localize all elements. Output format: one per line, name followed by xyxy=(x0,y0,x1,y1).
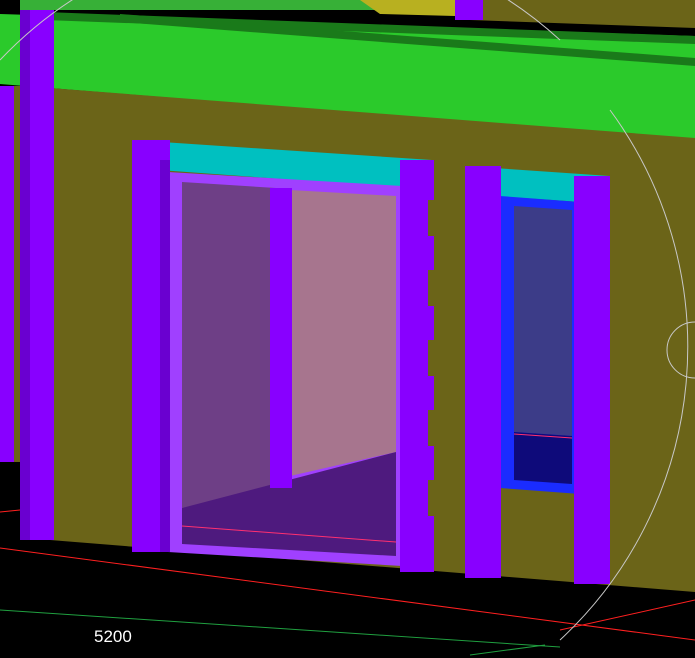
grid-line-green xyxy=(469,644,546,656)
roof-top-dark xyxy=(460,0,695,28)
door-glass-left xyxy=(182,182,276,508)
corner-column xyxy=(0,10,54,540)
corner-column-shade xyxy=(20,10,30,540)
door-left-column-shade xyxy=(160,160,170,552)
window[interactable] xyxy=(500,196,580,494)
window-right-column xyxy=(574,176,610,584)
3d-model-viewport[interactable]: 5200 xyxy=(0,0,695,658)
window-bottom-panel xyxy=(514,432,572,484)
door-glass-right xyxy=(290,190,396,476)
grid-line-red xyxy=(559,599,695,631)
door[interactable] xyxy=(168,172,402,566)
grid-line-green xyxy=(0,609,561,648)
left-edge-column xyxy=(0,86,14,462)
dimension-label: 5200 xyxy=(94,627,132,646)
window-glass xyxy=(514,206,572,436)
window-left-column xyxy=(465,166,501,578)
door-inner-column xyxy=(270,188,292,488)
roof-yellow-panel xyxy=(360,0,455,16)
roof-purple-post xyxy=(455,0,483,20)
